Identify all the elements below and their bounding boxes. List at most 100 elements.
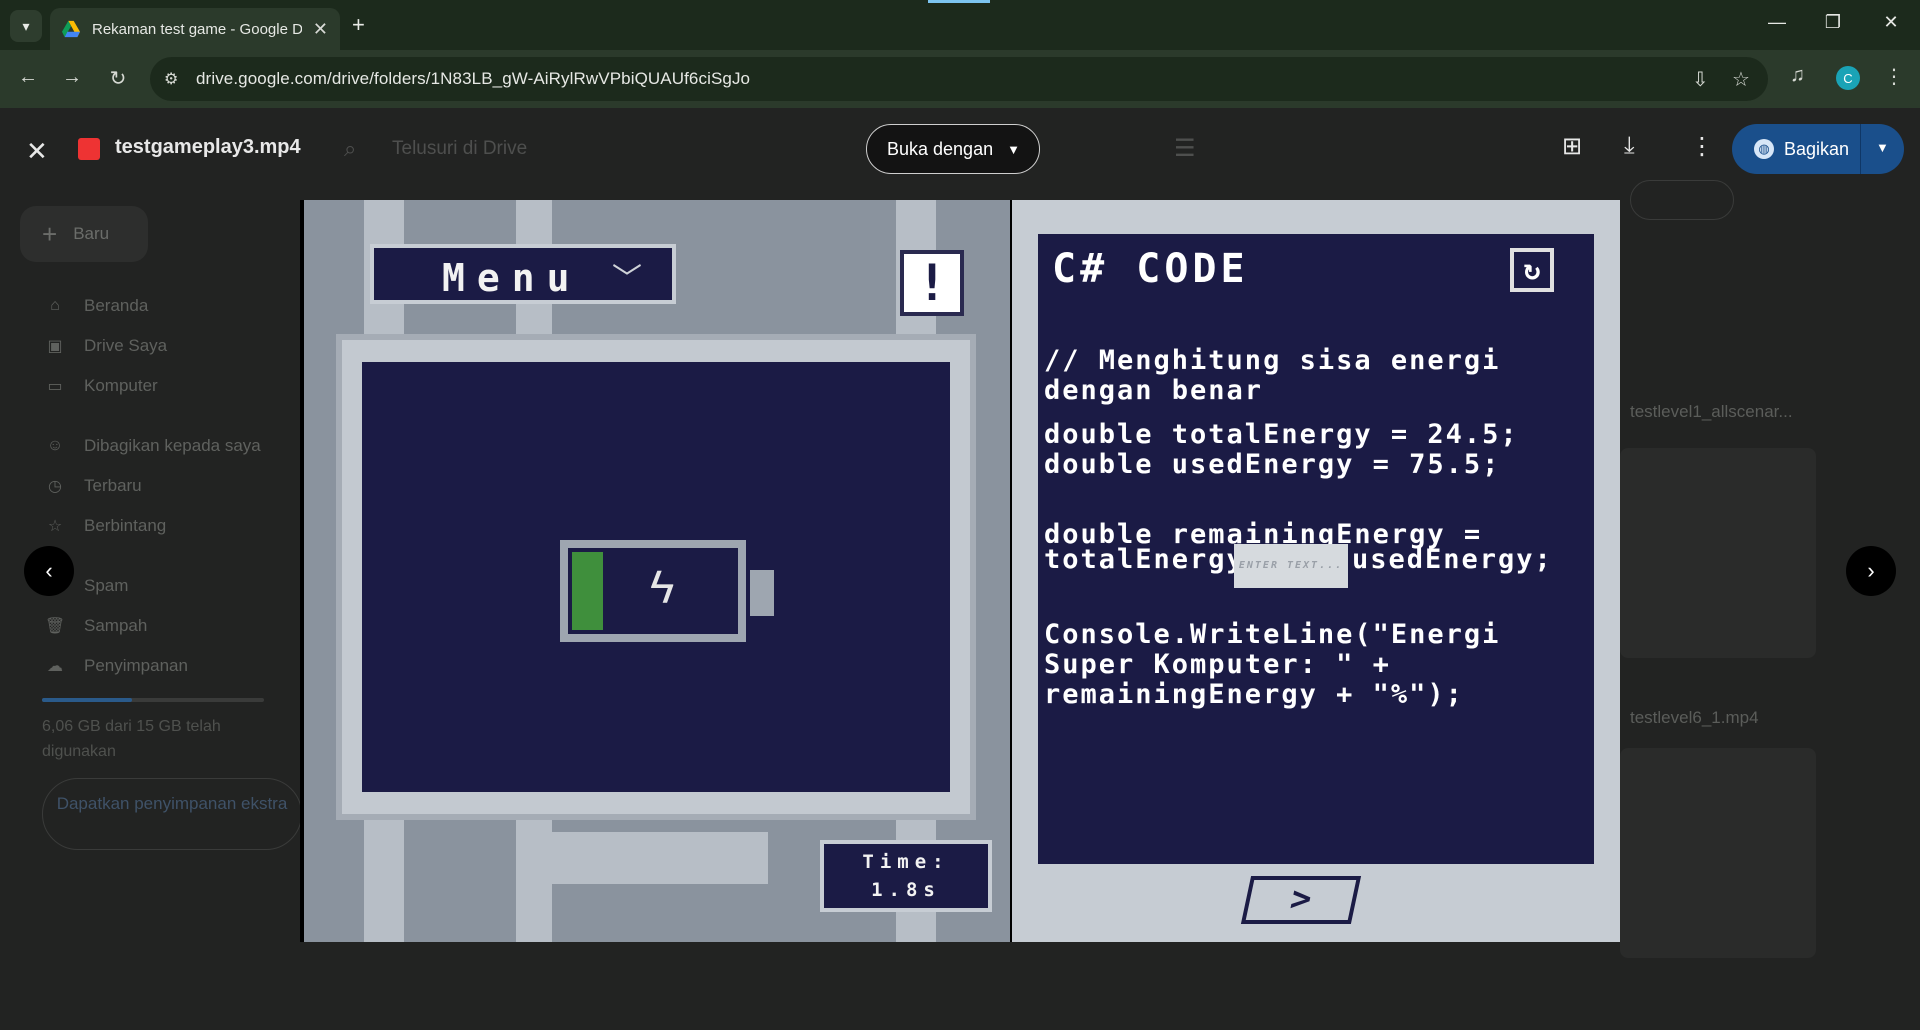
google-drive-icon [62,20,80,38]
storage-bar-fill [42,698,132,702]
close-viewer-icon[interactable]: ✕ [26,136,48,167]
home-icon: ⌂ [50,297,60,314]
code-expression-left: totalEnergy [1044,544,1245,575]
battery-cap [750,570,774,616]
file-thumbnail-2[interactable] [1620,748,1816,958]
sidebar-item-computers[interactable]: ▭ Komputer [42,376,158,396]
tab-list-button[interactable]: ▾ [10,10,42,42]
drive-icon: ▣ [47,338,63,355]
browser-tab-bar: ▾ Rekaman test game - Google D ✕ + — ❐ ✕ [0,0,1920,50]
video-player[interactable]: Menu ﹀ ! ϟ Time: 1.8s C# CODE ↻ // Mengh… [300,200,1620,942]
code-panel: C# CODE ↻ // Menghitung sisa energi deng… [1038,234,1594,864]
sidebar-item-label: Drive Saya [84,336,168,355]
star-icon: ☆ [47,518,63,535]
browser-toolbar: ← → ↻ ⚙ drive.google.com/drive/folders/1… [0,50,1920,108]
download-icon[interactable]: ⤓ [1624,132,1635,160]
install-app-icon[interactable]: ⇩ [1692,67,1709,92]
tab-title: Rekaman test game - Google D [92,20,302,38]
viewer-header: ✕ testgameplay3.mp4 ⌕ Telusuri di Drive … [0,108,1920,188]
code-expression-right: usedEnergy; [1352,544,1553,575]
globe-icon: ◍ [1754,139,1774,159]
caret-down-icon: ▼ [1007,141,1020,157]
forward-button[interactable]: → [58,66,86,89]
search-input[interactable]: Telusuri di Drive [392,138,527,160]
computer-icon: ▭ [47,378,63,395]
site-info-icon[interactable]: ⚙ [164,69,178,89]
previous-file-button[interactable]: ‹ [24,546,74,596]
storage-usage-text: 6,06 GB dari 15 GB telah digunakan [42,718,221,760]
sidebar-item-label: Dibagikan kepada saya [84,436,261,455]
lightning-icon: ϟ [650,561,675,613]
get-more-storage-button[interactable]: Dapatkan penyimpanan ekstra [42,778,302,850]
sidebar-item-label: Beranda [84,296,149,315]
profile-avatar[interactable]: C [1836,66,1860,90]
more-actions-icon[interactable]: ⋮ [1690,132,1714,161]
browser-tab[interactable]: Rekaman test game - Google D ✕ [50,8,340,50]
restore-button[interactable]: ❐ [1818,12,1848,33]
file-name-2[interactable]: testlevel6_1.mp4 [1630,708,1830,734]
url-text[interactable]: drive.google.com/drive/folders/1N83LB_gW… [196,69,750,89]
code-comment: // Menghitung sisa energi dengan benar [1044,345,1501,406]
address-bar[interactable]: ⚙ drive.google.com/drive/folders/1N83LB_… [150,57,1768,101]
code-variables: double totalEnergy = 24.5; double usedEn… [1044,419,1519,480]
cloud-icon: ☁ [47,658,63,675]
battery-icon: ϟ [560,540,746,642]
new-tab-button[interactable]: + [352,12,365,38]
code-title: C# CODE [1052,246,1249,292]
plus-icon: + [42,218,58,249]
sidebar-item-trash[interactable]: 🗑 Sampah [42,616,147,636]
sidebar-item-my-drive[interactable]: ▣ Drive Saya [42,336,167,356]
file-thumbnail-1[interactable] [1620,448,1816,658]
shared-icon: ☺ [46,437,64,454]
reset-icon[interactable]: ↻ [1510,248,1554,292]
sidebar-item-starred[interactable]: ☆ Berbintang [42,516,166,536]
sidebar-item-home[interactable]: ⌂ Beranda [42,296,148,316]
minimize-button[interactable]: — [1762,12,1792,33]
storage-bar [42,698,264,702]
monitor-screen: ϟ [362,362,950,792]
bookmark-star-icon[interactable]: ☆ [1732,67,1750,92]
sidebar-item-shared[interactable]: ☺ Dibagikan kepada saya [42,436,261,456]
close-window-button[interactable]: ✕ [1876,12,1906,33]
game-scene: Menu ﹀ ! ϟ Time: 1.8s [304,200,1010,942]
clock-icon: ◷ [48,478,62,495]
file-name: testgameplay3.mp4 [115,136,301,158]
share-divider [1860,124,1861,174]
new-button[interactable]: + Baru [20,206,148,262]
trash-icon: 🗑 [44,618,66,635]
code-print-statement: Console.WriteLine("Energi Super Komputer… [1044,619,1501,710]
tab-indicator [928,0,990,3]
share-button[interactable]: ◍ Bagikan ▼ [1732,124,1904,174]
sidebar-item-label: Komputer [84,376,158,395]
browser-menu-icon[interactable]: ⋮ [1884,64,1904,89]
filter-icon: ☰ [1174,135,1196,162]
timer: Time: 1.8s [820,840,992,912]
tab-close-icon[interactable]: ✕ [313,19,328,40]
reload-button[interactable]: ↻ [104,66,132,91]
open-with-button[interactable]: Buka dengan ▼ [866,124,1040,174]
code-answer-input[interactable]: ENTER TEXT... [1234,544,1348,588]
menu-dropdown[interactable]: Menu ﹀ [370,244,676,304]
monitor-frame: ϟ [336,334,976,820]
sidebar-item-label: Terbaru [84,476,142,495]
sidebar-item-recent[interactable]: ◷ Terbaru [42,476,142,496]
new-label: Baru [73,224,110,243]
media-control-icon[interactable]: ♫ [1790,64,1805,87]
sidebar-item-storage[interactable]: ☁ Penyimpanan [42,656,188,676]
back-button[interactable]: ← [14,66,42,89]
open-with-label: Buka dengan [887,138,994,159]
next-step-button[interactable]: > [1240,876,1362,924]
code-panel-frame: C# CODE ↻ // Menghitung sisa energi deng… [1012,200,1620,942]
timer-label: Time: [862,851,950,873]
sidebar-item-label: Berbintang [84,516,167,535]
sidebar-item-label: Penyimpanan [84,656,188,675]
add-comment-icon[interactable]: ⊞ [1562,132,1582,161]
share-label: Bagikan [1784,138,1850,159]
menu-label: Menu [442,256,582,300]
sidebar-item-label: Sampah [84,616,148,635]
machine-base [544,832,768,884]
hint-button[interactable]: ! [900,250,964,316]
next-file-button[interactable]: › [1846,546,1896,596]
file-name-1[interactable]: testlevel1_allscenar... [1630,402,1830,428]
share-options-caret-icon[interactable]: ▼ [1876,140,1889,155]
